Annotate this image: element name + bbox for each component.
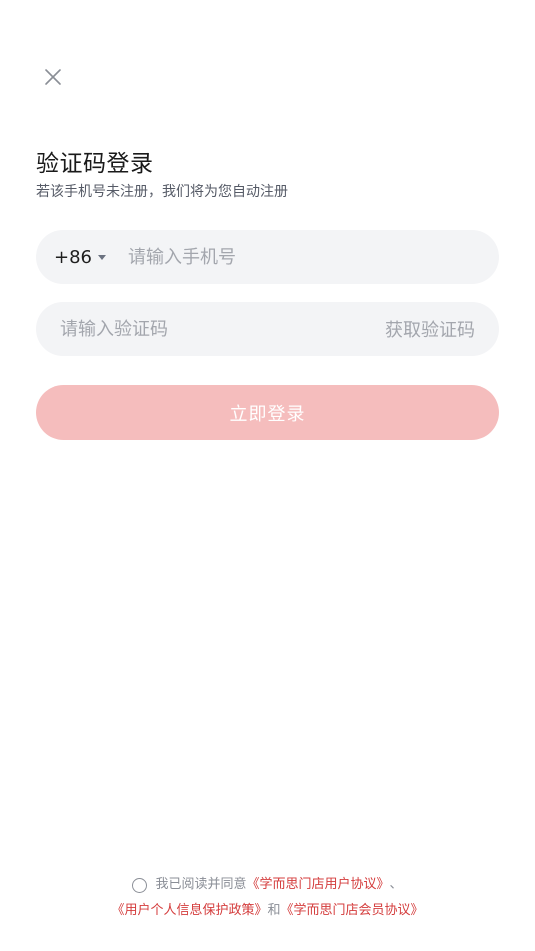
close-button[interactable] — [40, 64, 66, 90]
privacy-policy-link[interactable]: 《用户个人信息保护政策》 — [111, 903, 267, 918]
user-agreement-link[interactable]: 《学而思门店用户协议》 — [246, 872, 389, 898]
country-code-selector[interactable]: +86 — [54, 247, 106, 268]
get-code-button[interactable]: 获取验证码 — [385, 316, 475, 342]
agreement-section: 我已阅读并同意 《学而思门店用户协议》 、 《用户个人信息保护政策》和《学而思门… — [0, 872, 535, 924]
agreement-prefix: 我已阅读并同意 — [155, 877, 247, 892]
caret-down-icon — [98, 254, 106, 260]
agreement-line-1: 我已阅读并同意 《学而思门店用户协议》 、 — [0, 872, 535, 898]
page-subtitle: 若该手机号未注册，我们将为您自动注册 — [36, 184, 288, 200]
login-page: 验证码登录 若该手机号未注册，我们将为您自动注册 +86 获取验证码 立即登录 … — [0, 0, 535, 951]
phone-field: +86 — [36, 230, 499, 284]
close-icon — [45, 69, 61, 85]
agreement-and: 和 — [267, 903, 281, 918]
agreement-line-2: 《用户个人信息保护政策》和《学而思门店会员协议》 — [0, 898, 535, 924]
verification-code-field: 获取验证码 — [36, 302, 499, 356]
agreement-separator: 、 — [389, 877, 403, 892]
country-code-label: +86 — [54, 246, 92, 268]
agreement-checkbox[interactable] — [132, 877, 148, 893]
page-title: 验证码登录 — [36, 151, 154, 177]
member-agreement-link[interactable]: 《学而思门店会员协议》 — [281, 903, 424, 918]
verification-code-input[interactable] — [60, 318, 320, 340]
phone-input[interactable] — [128, 246, 458, 268]
login-button[interactable]: 立即登录 — [36, 385, 499, 440]
